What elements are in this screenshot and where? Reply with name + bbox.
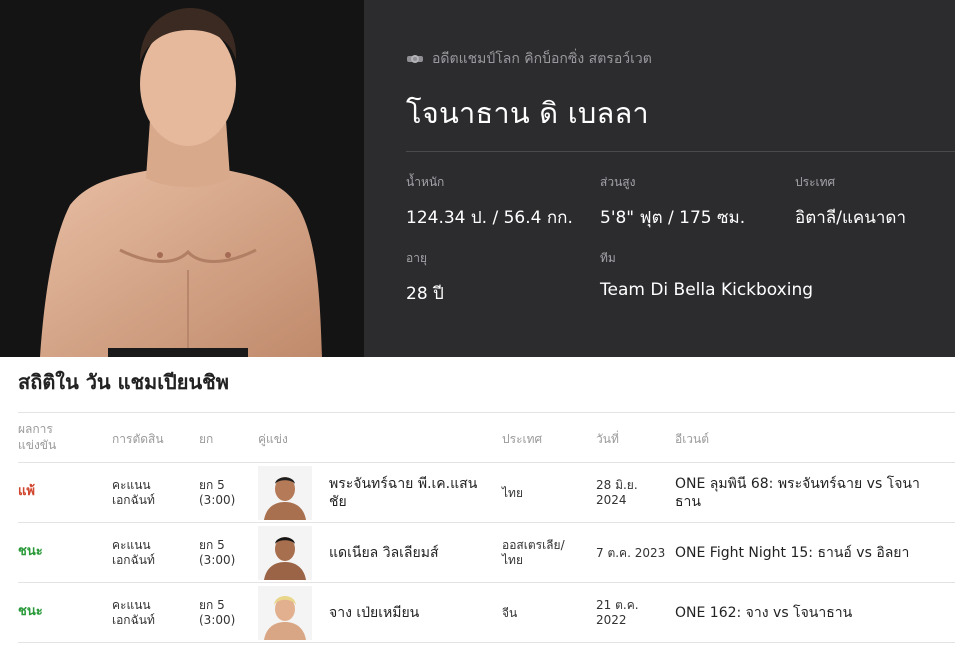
- stat-team-label: ทีม: [600, 251, 616, 265]
- title-badge-text: อดีตแชมป์โลก คิกบ็อกซิ่ง สตรอว์เวต: [432, 51, 652, 67]
- opponent-name[interactable]: จาง เป่ยเหมียน: [329, 604, 489, 622]
- fighter-hero: อดีตแชมป์โลก คิกบ็อกซิ่ง สตรอว์เวต โจนาธ…: [0, 0, 955, 357]
- header-opponent: คู่แข่ง: [258, 432, 288, 446]
- opponent-avatar[interactable]: [258, 586, 312, 640]
- opponent-country: ออสเตรเลีย/ ไทย: [502, 538, 565, 567]
- fight-date: 7 ต.ค. 2023: [596, 546, 666, 560]
- header-country: ประเทศ: [502, 432, 543, 446]
- stat-weight-value: 124.34 ป. / 56.4 กก.: [406, 208, 573, 228]
- round: ยก 5 (3:00): [199, 478, 236, 507]
- header-method: การตัดสิน: [112, 432, 164, 446]
- stat-weight: น้ำหนัก 124.34 ป. / 56.4 กก.: [406, 173, 573, 231]
- stat-age-label: อายุ: [406, 251, 427, 265]
- opponent-name[interactable]: แดเนียล วิลเลียมส์: [329, 544, 489, 562]
- result-badge: ชนะ: [18, 544, 43, 559]
- stat-country: ประเทศ อิตาลี/แคนาดา: [795, 173, 906, 231]
- fighter-photo: [0, 0, 364, 357]
- belt-icon: [406, 50, 424, 68]
- stat-height-value: 5'8" ฟุต / 175 ซม.: [600, 208, 746, 228]
- method: คะแนน เอกฉันท์: [112, 598, 155, 627]
- event-link[interactable]: ONE Fight Night 15: ธานอ์ vs อิลยา: [675, 544, 945, 562]
- header-event: อีเวนต์: [675, 432, 710, 446]
- fighter-portrait-image: [0, 0, 364, 357]
- stat-team-value: Team Di Bella Kickboxing: [600, 280, 814, 300]
- stat-age: อายุ 28 ปี: [406, 249, 444, 307]
- table-row[interactable]: ชนะ คะแนน เอกฉันท์ ยก 5 (3:00) แดเนียล ว…: [18, 523, 955, 583]
- round: ยก 5 (3:00): [199, 598, 236, 627]
- divider: [406, 151, 955, 152]
- stat-team: ทีม Team Di Bella Kickboxing: [600, 249, 813, 300]
- table-header-row: ผลการ แข่งขัน การตัดสิน ยก คู่แข่ง ประเท…: [18, 413, 955, 463]
- opponent-country: ไทย: [502, 486, 523, 500]
- stat-height: ส่วนสูง 5'8" ฟุต / 175 ซม.: [600, 173, 745, 231]
- record-section-title: สถิติใน วัน แชมเปียนชิพ: [18, 370, 229, 394]
- opponent-avatar[interactable]: [258, 466, 312, 520]
- method: คะแนน เอกฉันท์: [112, 538, 155, 567]
- stat-country-label: ประเทศ: [795, 175, 836, 189]
- table-row[interactable]: แพ้ คะแนน เอกฉันท์ ยก 5 (3:00) พระจันทร์…: [18, 463, 955, 523]
- fight-record-table: ผลการ แข่งขัน การตัดสิน ยก คู่แข่ง ประเท…: [18, 412, 955, 643]
- header-date: วันที่: [596, 432, 619, 446]
- result-badge: แพ้: [18, 484, 35, 499]
- stat-weight-label: น้ำหนัก: [406, 175, 445, 189]
- stat-age-value: 28 ปี: [406, 284, 444, 304]
- event-link[interactable]: ONE 162: จาง vs โจนาธาน: [675, 604, 945, 622]
- header-round: ยก: [199, 432, 214, 446]
- fighter-info-panel: อดีตแชมป์โลก คิกบ็อกซิ่ง สตรอว์เวต โจนาธ…: [364, 0, 955, 357]
- round: ยก 5 (3:00): [199, 538, 236, 567]
- title-badge: อดีตแชมป์โลก คิกบ็อกซิ่ง สตรอว์เวต: [406, 48, 652, 70]
- stat-height-label: ส่วนสูง: [600, 175, 636, 189]
- opponent-country: จีน: [502, 606, 518, 620]
- opponent-avatar[interactable]: [258, 526, 312, 580]
- fight-date: 21 ต.ค. 2022: [596, 598, 639, 627]
- fighter-name: โจนาธาน ดิ เบลลา: [406, 96, 649, 130]
- result-badge: ชนะ: [18, 604, 43, 619]
- stat-country-value: อิตาลี/แคนาดา: [795, 208, 907, 228]
- opponent-name[interactable]: พระจันทร์ฉาย พี.เค.แสนชัย: [329, 475, 489, 511]
- fight-date: 28 มิ.ย. 2024: [596, 478, 638, 507]
- event-link[interactable]: ONE ลุมพินี 68: พระจันทร์ฉาย vs โจนาธาน: [675, 475, 940, 511]
- table-row[interactable]: ชนะ คะแนน เอกฉันท์ ยก 5 (3:00) จาง เป่ยเ…: [18, 583, 955, 643]
- method: คะแนน เอกฉันท์: [112, 478, 155, 507]
- header-result: ผลการ แข่งขัน: [18, 422, 57, 452]
